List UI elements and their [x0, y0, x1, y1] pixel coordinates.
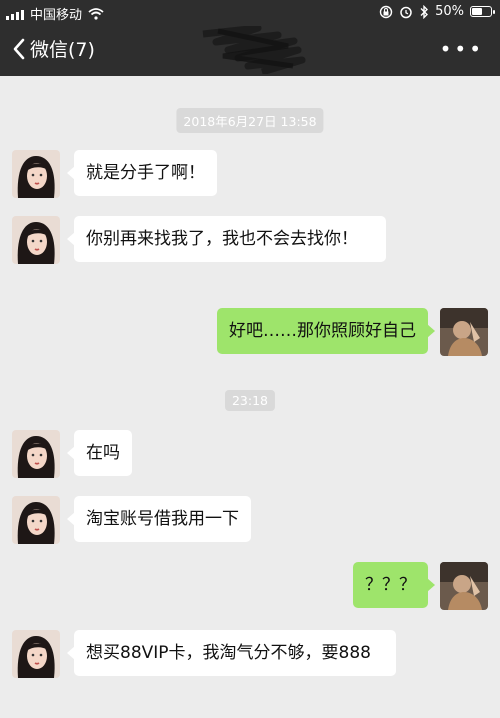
contact-avatar[interactable]: [12, 430, 60, 478]
carrier-label: 中国移动: [30, 8, 83, 23]
battery-percent: 50%: [435, 4, 464, 19]
message-bubble-incoming[interactable]: 在吗: [67, 430, 132, 476]
more-options-button[interactable]: •••: [440, 37, 484, 61]
timestamp: 2018年6月27日 13:58: [176, 108, 324, 133]
nav-bar: 微信(7) •••: [0, 24, 500, 76]
alarm-icon: [400, 6, 412, 18]
contact-avatar[interactable]: [12, 216, 60, 264]
contact-avatar[interactable]: [12, 496, 60, 544]
message-bubble-incoming[interactable]: 你别再来找我了，我也不会去找你！: [67, 216, 386, 262]
message-bubble-outgoing[interactable]: ？？？: [353, 562, 435, 608]
my-avatar[interactable]: [440, 562, 488, 610]
message-bubble-incoming[interactable]: 想买88VIP卡，我淘气分不够，要888: [67, 630, 396, 676]
redaction-scribble: [202, 26, 306, 74]
message-bubble-incoming[interactable]: 淘宝账号借我用一下: [67, 496, 251, 542]
message-bubble-incoming[interactable]: 就是分手了啊！: [67, 150, 217, 196]
chat-area: 2018年6月27日 13:58 就是分手了啊！ 你别再来找我了，我也不会去找你…: [0, 76, 500, 718]
my-avatar[interactable]: [440, 308, 488, 356]
wifi-icon: [88, 7, 104, 20]
contact-avatar[interactable]: [12, 150, 60, 198]
chevron-left-icon: [13, 38, 25, 59]
bluetooth-icon: [420, 4, 429, 19]
back-label: 微信(7): [30, 39, 95, 61]
contact-avatar[interactable]: [12, 630, 60, 678]
status-bar: 中国移动 50%: [0, 0, 500, 24]
lock-rotation-icon: [379, 5, 393, 18]
battery-icon: [470, 6, 495, 17]
timestamp: 23:18: [224, 390, 276, 411]
back-button[interactable]: 微信(7): [12, 35, 95, 62]
signal-icon: [6, 8, 24, 20]
message-bubble-outgoing[interactable]: 好吧……那你照顾好自己: [217, 308, 435, 354]
